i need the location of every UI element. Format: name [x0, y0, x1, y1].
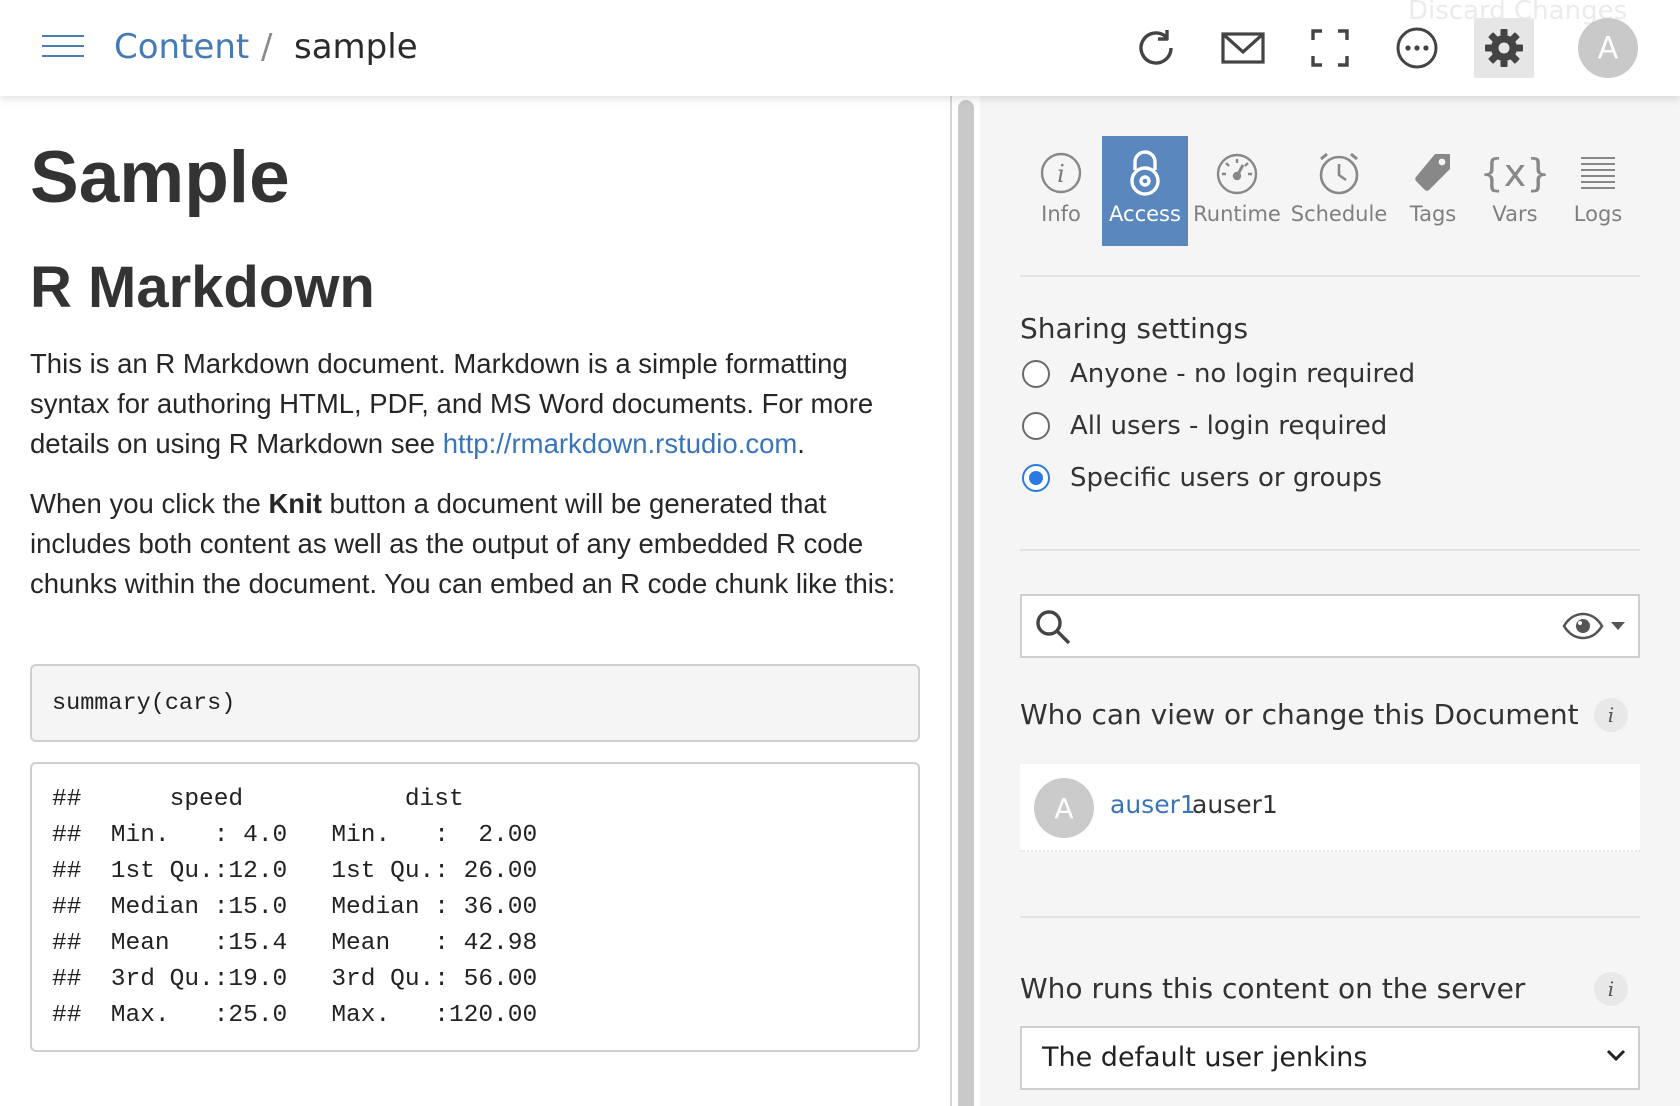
- user-link[interactable]: auser1: [1110, 790, 1196, 819]
- svg-text:i: i: [1057, 160, 1065, 188]
- output-line: ## Mean :15.4 Mean : 42.98: [52, 930, 567, 957]
- tab-schedule-label: Schedule: [1290, 202, 1388, 226]
- tab-runtime-label: Runtime: [1193, 202, 1281, 226]
- output-line: ## Min. : 4.0 Min. : 2.00: [52, 822, 567, 849]
- breadcrumb-content-link[interactable]: Content: [114, 24, 249, 70]
- refresh-icon[interactable]: [1126, 18, 1186, 78]
- radio-all-users-label: All users - login required: [1070, 411, 1388, 441]
- tab-tags-label: Tags: [1409, 202, 1457, 226]
- tab-vars[interactable]: {x} Vars: [1474, 136, 1556, 246]
- lock-icon: [1102, 148, 1188, 198]
- eye-dropdown-icon[interactable]: [1562, 612, 1626, 640]
- clock-icon: [1286, 148, 1392, 198]
- user-display-name: auser1: [1192, 790, 1278, 819]
- sharing-settings-title: Sharing settings: [1020, 312, 1249, 345]
- document-heading: R Markdown: [30, 255, 375, 320]
- divider: [1020, 916, 1640, 918]
- logs-icon: [1556, 148, 1640, 198]
- rmarkdown-link[interactable]: http://rmarkdown.rstudio.com: [443, 428, 798, 459]
- viewers-title: Who can view or change this Document: [1020, 698, 1579, 731]
- tab-runtime[interactable]: Runtime: [1188, 136, 1286, 246]
- knit-bold: Knit: [268, 488, 322, 519]
- tab-logs-label: Logs: [1573, 202, 1623, 226]
- divider: [1020, 275, 1640, 277]
- output-line: ## speed dist: [52, 786, 567, 813]
- radio-anyone-label: Anyone - no login required: [1070, 359, 1416, 389]
- panel-resize-handle[interactable]: [958, 100, 974, 1106]
- gear-icon[interactable]: [1474, 18, 1534, 78]
- knit-text-pre: When you click the: [30, 488, 269, 519]
- info-icon: i: [1020, 148, 1102, 198]
- tag-icon: [1392, 148, 1474, 198]
- run-as-value: The default user jenkins: [1042, 1042, 1368, 1073]
- fullscreen-icon[interactable]: [1300, 18, 1360, 78]
- radio-specific-users[interactable]: Specific users or groups: [1022, 458, 1382, 498]
- radio-specific-users-label: Specific users or groups: [1070, 463, 1382, 493]
- output-line: ## 1st Qu.:12.0 1st Qu.: 26.00: [52, 858, 567, 885]
- output-line: ## Max. :25.0 Max. :120.00: [52, 1002, 567, 1029]
- tab-tags[interactable]: Tags: [1392, 136, 1474, 246]
- radio-button[interactable]: [1022, 412, 1050, 440]
- intro-period: .: [797, 428, 805, 459]
- radio-all-users[interactable]: All users - login required: [1022, 406, 1387, 446]
- list-item: A auser1 auser1: [1020, 764, 1640, 852]
- run-as-title: Who runs this content on the server: [1020, 972, 1526, 1005]
- info-icon[interactable]: i: [1594, 698, 1628, 732]
- user-avatar[interactable]: A: [1578, 18, 1638, 78]
- tab-access[interactable]: Access: [1102, 136, 1188, 246]
- chevron-down-icon: [1606, 1048, 1626, 1067]
- user-search-box: [1020, 594, 1640, 658]
- top-bar: Content / sample Discard Changes A: [0, 0, 1680, 96]
- run-as-select[interactable]: The default user jenkins: [1020, 1026, 1640, 1090]
- hamburger-icon[interactable]: [42, 33, 84, 59]
- radio-button-selected[interactable]: [1022, 464, 1050, 492]
- code-output: ## speed dist ## Min. : 4.0 Min. : 2.00 …: [30, 762, 920, 1052]
- output-line: ## Median :15.0 Median : 36.00: [52, 894, 567, 921]
- info-icon[interactable]: i: [1594, 972, 1628, 1006]
- intro-paragraph: This is an R Markdown document. Markdown…: [30, 344, 910, 464]
- breadcrumb-separator: /: [261, 27, 273, 67]
- vars-icon: {x}: [1479, 151, 1551, 195]
- search-icon: [1034, 608, 1072, 650]
- tab-schedule[interactable]: Schedule: [1286, 136, 1392, 246]
- tab-logs[interactable]: Logs: [1556, 136, 1640, 246]
- user-search-input[interactable]: [1086, 606, 1566, 646]
- code-chunk: summary(cars): [30, 664, 920, 742]
- tab-info-label: Info: [1041, 202, 1081, 226]
- splitter-line: [950, 96, 952, 1106]
- document-viewer: Sample R Markdown This is an R Markdown …: [0, 96, 950, 1106]
- avatar: A: [1034, 778, 1094, 838]
- tab-access-label: Access: [1109, 202, 1181, 226]
- breadcrumb-current: sample: [294, 27, 418, 67]
- knit-paragraph: When you click the Knit button a documen…: [30, 484, 910, 604]
- tab-info[interactable]: i Info: [1020, 136, 1102, 246]
- gauge-icon: [1188, 148, 1286, 198]
- output-line: ## 3rd Qu.:19.0 3rd Qu.: 56.00: [52, 966, 567, 993]
- more-icon[interactable]: [1387, 18, 1447, 78]
- tab-vars-label: Vars: [1492, 202, 1538, 226]
- mail-icon[interactable]: [1213, 18, 1273, 78]
- document-title: Sample: [30, 137, 290, 218]
- radio-button[interactable]: [1022, 360, 1050, 388]
- divider: [1020, 549, 1640, 551]
- radio-anyone[interactable]: Anyone - no login required: [1022, 354, 1415, 394]
